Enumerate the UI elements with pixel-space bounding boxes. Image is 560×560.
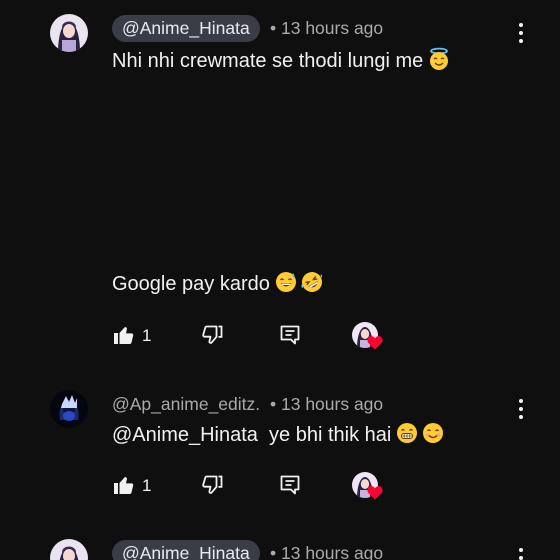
- smile-emoji: [421, 421, 445, 445]
- comment-text-line: @Anime_Hinata ye bhi thik hai: [112, 424, 392, 446]
- comment-author[interactable]: @Anime_Hinata: [112, 540, 260, 560]
- like-count: 1: [142, 326, 152, 345]
- halo-face-emoji: [427, 47, 451, 71]
- comment-text-line: Nhi nhi crewmate se thodi lungi me: [112, 50, 424, 72]
- creator-heart-icon: [352, 472, 384, 504]
- more-vert-icon[interactable]: [511, 397, 531, 421]
- thumb-up-icon[interactable]: [112, 473, 136, 497]
- editz-avatar[interactable]: [50, 390, 88, 428]
- grin-emoji: [395, 421, 419, 445]
- comment-text-line: Google pay kardo: [112, 273, 270, 295]
- comment-timestamp[interactable]: • 13 hours ago: [270, 15, 383, 42]
- hinata-avatar[interactable]: [50, 539, 88, 560]
- more-vert-icon[interactable]: [511, 21, 531, 45]
- thumb-up-icon[interactable]: [112, 323, 136, 347]
- creator-heart-icon: [352, 322, 384, 354]
- hinata-avatar[interactable]: [50, 14, 88, 52]
- comment-author[interactable]: @Anime_Hinata: [112, 15, 260, 42]
- reply-icon[interactable]: [278, 323, 302, 347]
- comment-author[interactable]: @Ap_anime_editz.: [112, 391, 260, 418]
- thumb-down-icon[interactable]: [200, 473, 224, 497]
- heart-icon: [367, 335, 383, 350]
- heart-icon: [367, 485, 383, 500]
- comment-timestamp[interactable]: • 13 hours ago: [270, 540, 383, 560]
- comment-timestamp[interactable]: • 13 hours ago: [270, 391, 383, 418]
- thumb-down-icon[interactable]: [200, 323, 224, 347]
- comment-text: Google pay kardo: [112, 270, 324, 298]
- comment-text: @Anime_Hinata ye bhi thik hai: [112, 421, 445, 449]
- more-vert-icon[interactable]: [511, 546, 531, 560]
- rofl-emoji: [300, 270, 324, 294]
- like-count: 1: [142, 476, 152, 495]
- reply-icon[interactable]: [278, 473, 302, 497]
- sweat-smile-emoji: [274, 270, 298, 294]
- comment-text: Nhi nhi crewmate se thodi lungi me: [112, 47, 451, 75]
